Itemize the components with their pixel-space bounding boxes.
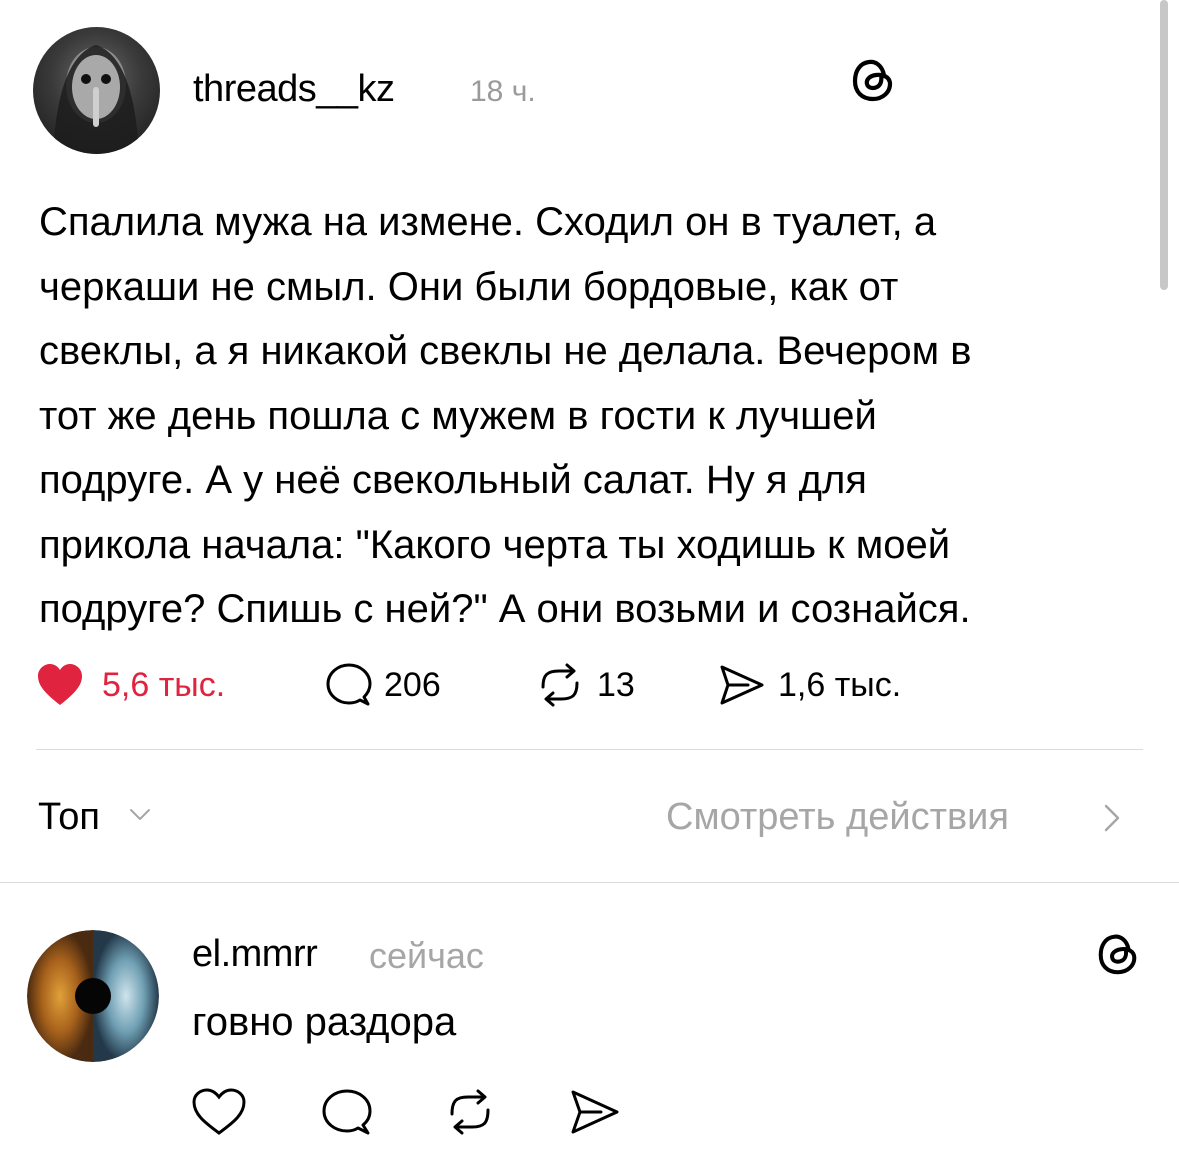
comment-text: говно раздора xyxy=(192,1000,457,1044)
comment-avatar[interactable] xyxy=(27,930,159,1062)
share-count: 1,6 тыс. xyxy=(778,665,902,704)
send-icon xyxy=(720,665,764,705)
chevron-down-icon[interactable] xyxy=(129,808,151,822)
comment-repost-button[interactable] xyxy=(440,1087,498,1137)
chevron-right-icon[interactable] xyxy=(1103,803,1121,833)
avatar-portrait-icon xyxy=(53,45,139,154)
divider xyxy=(0,882,1179,883)
heart-icon xyxy=(38,664,82,705)
threads-logo-icon[interactable] xyxy=(1094,930,1142,978)
divider xyxy=(36,749,1143,750)
send-icon xyxy=(571,1090,619,1134)
reply-button[interactable]: 206 xyxy=(326,663,441,706)
like-button[interactable]: 5,6 тыс. xyxy=(36,664,225,706)
like-count: 5,6 тыс. xyxy=(102,665,226,704)
reply-count: 206 xyxy=(384,665,441,704)
share-button[interactable]: 1,6 тыс. xyxy=(718,664,901,706)
repost-icon xyxy=(541,663,579,707)
repost-button[interactable]: 13 xyxy=(535,663,635,707)
comment-timestamp: сейчас xyxy=(369,935,484,976)
scrollbar[interactable] xyxy=(1160,0,1168,290)
heart-icon xyxy=(192,1088,246,1135)
comment-bubble-icon xyxy=(326,663,372,706)
eye-avatar-icon xyxy=(27,930,159,1062)
post-timestamp: 18 ч. xyxy=(470,75,536,108)
post-text: Спалила мужа на измене. Сходил он в туал… xyxy=(39,200,972,631)
comment-share-button[interactable] xyxy=(565,1087,623,1137)
view-activity-link[interactable]: Смотреть действия xyxy=(666,796,1009,839)
post-username[interactable]: threads__kz xyxy=(193,68,395,111)
comment-like-button[interactable] xyxy=(190,1087,248,1137)
comment-username[interactable]: el.mmrr xyxy=(192,933,318,976)
comment-reply-button[interactable] xyxy=(318,1087,376,1137)
sort-dropdown[interactable]: Топ xyxy=(38,796,100,839)
repost-icon xyxy=(450,1089,490,1135)
avatar[interactable] xyxy=(33,27,160,154)
threads-logo-icon[interactable] xyxy=(848,55,898,105)
comment-bubble-icon xyxy=(322,1089,372,1135)
repost-count: 13 xyxy=(597,665,635,704)
